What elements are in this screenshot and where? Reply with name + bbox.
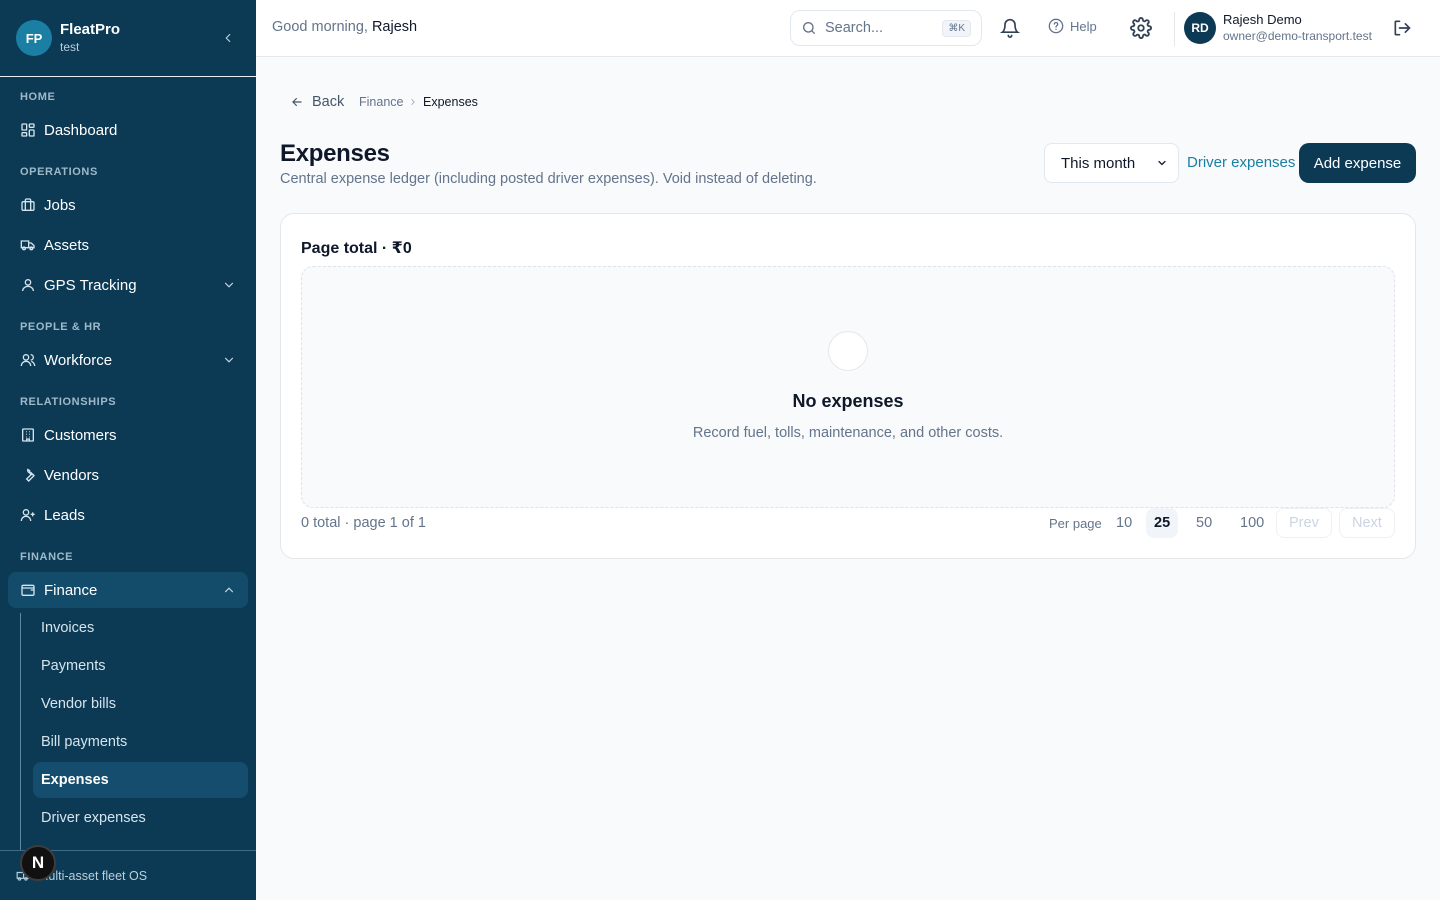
add-expense-button[interactable]: Add expense bbox=[1299, 143, 1416, 183]
dashboard-icon bbox=[21, 123, 35, 137]
sidebar-item-label: Finance bbox=[44, 581, 98, 599]
sidebar-subitem-payments[interactable]: Payments bbox=[33, 648, 248, 684]
per-page-option-25[interactable]: 25 bbox=[1146, 508, 1179, 538]
footer-tagline: Multi-asset fleet OS bbox=[38, 868, 148, 883]
expenses-card: Page total · ₹0 No expenses Record fuel,… bbox=[280, 213, 1416, 559]
next-page-button[interactable]: Next bbox=[1339, 508, 1395, 538]
sidebar-subitem-expenses[interactable]: Expenses bbox=[33, 762, 248, 798]
sidebar-item-workforce[interactable]: Workforce bbox=[8, 342, 248, 378]
period-select-value: This month bbox=[1061, 154, 1136, 172]
per-page-option-50[interactable]: 50 bbox=[1188, 508, 1220, 538]
topbar-divider bbox=[1174, 12, 1175, 46]
user-location-icon bbox=[22, 279, 34, 292]
chevron-down-icon bbox=[224, 282, 234, 288]
user-name: Rajesh Demo bbox=[1223, 12, 1302, 27]
logout-button[interactable] bbox=[1392, 18, 1412, 38]
page-total: Page total · ₹0 bbox=[301, 240, 412, 257]
page-title: Expenses bbox=[280, 140, 390, 167]
bell-icon bbox=[1000, 18, 1020, 38]
help-circle-icon bbox=[1048, 18, 1064, 34]
sidebar-item-dashboard[interactable]: Dashboard bbox=[8, 112, 248, 148]
sidebar-nav: HOME Dashboard OPERATIONS Jobs Assets GP… bbox=[0, 77, 256, 850]
section-label-finance: FINANCE bbox=[20, 551, 74, 563]
collapse-sidebar-button[interactable] bbox=[216, 26, 240, 50]
period-select[interactable]: This month bbox=[1044, 143, 1179, 183]
sidebar-item-label: Workforce bbox=[44, 351, 113, 369]
per-page-option-10[interactable]: 10 bbox=[1108, 508, 1140, 538]
sidebar-item-label: Dashboard bbox=[44, 121, 118, 139]
back-button[interactable]: Back bbox=[290, 94, 344, 110]
sidebar-subitem-bill-payments[interactable]: Bill payments bbox=[33, 724, 248, 760]
empty-state: No expenses Record fuel, tolls, maintena… bbox=[301, 266, 1395, 508]
building-icon bbox=[22, 428, 34, 442]
user-email: owner@demo-transport.test bbox=[1223, 29, 1372, 43]
sidebar-subitem-driver-expenses[interactable]: Driver expenses bbox=[33, 800, 248, 836]
submenu-guide-line bbox=[20, 613, 21, 850]
help-button[interactable]: Help bbox=[1048, 18, 1097, 34]
prev-page-button[interactable]: Prev bbox=[1276, 508, 1332, 538]
brand-name: FleatPro bbox=[60, 21, 121, 38]
sidebar-item-leads[interactable]: Leads bbox=[8, 497, 248, 533]
page-description: Central expense ledger (including posted… bbox=[280, 171, 817, 187]
user-plus-icon bbox=[20, 509, 35, 522]
topbar: Good morning, Rajesh ⌘K Help RD Rajesh D… bbox=[256, 0, 1440, 57]
avatar[interactable]: RD bbox=[1184, 12, 1216, 44]
gear-icon bbox=[1130, 17, 1152, 39]
briefcase-icon bbox=[21, 198, 35, 211]
wrench-icon bbox=[25, 468, 35, 482]
empty-state-title: No expenses bbox=[792, 391, 904, 411]
settings-button[interactable] bbox=[1130, 17, 1152, 39]
chevron-down-icon bbox=[224, 357, 234, 363]
brand-logo: FP bbox=[16, 20, 52, 56]
sidebar-item-label: Jobs bbox=[44, 196, 76, 214]
greeting-name: Rajesh bbox=[371, 19, 418, 35]
sidebar-item-label: Leads bbox=[44, 506, 85, 524]
section-label-relationships: RELATIONSHIPS bbox=[20, 396, 117, 408]
truck-icon bbox=[20, 240, 35, 251]
brand-header: FP FleatPro test bbox=[0, 0, 256, 77]
sidebar-item-label: Vendors bbox=[44, 466, 100, 484]
search-shortcut: ⌘K bbox=[942, 19, 971, 37]
sidebar-subitem-vendor-bills[interactable]: Vendor bills bbox=[33, 686, 248, 722]
chevron-up-icon bbox=[224, 587, 234, 593]
users-icon bbox=[20, 354, 36, 367]
chevron-right-icon bbox=[411, 99, 415, 105]
wallet-icon bbox=[21, 584, 35, 596]
breadcrumb-expenses: Expenses bbox=[423, 95, 478, 109]
sidebar-subitem-invoices[interactable]: Invoices bbox=[33, 610, 248, 646]
empty-state-subtitle: Record fuel, tolls, maintenance, and oth… bbox=[692, 425, 1004, 441]
greeting: Good morning, Rajesh bbox=[272, 19, 418, 35]
dev-tools-badge[interactable]: N bbox=[20, 845, 56, 881]
chevron-left-icon bbox=[225, 33, 231, 43]
search-box[interactable]: ⌘K bbox=[790, 10, 982, 46]
sidebar: FP FleatPro test HOME Dashboard OPERATIO… bbox=[0, 0, 256, 900]
section-label-home: HOME bbox=[20, 91, 56, 103]
sidebar-item-gps-tracking[interactable]: GPS Tracking bbox=[8, 267, 248, 303]
section-label-people: PEOPLE & HR bbox=[20, 321, 102, 333]
sidebar-item-jobs[interactable]: Jobs bbox=[8, 187, 248, 223]
sidebar-item-label: GPS Tracking bbox=[44, 276, 137, 294]
breadcrumb-finance[interactable]: Finance bbox=[359, 95, 403, 109]
driver-expenses-link[interactable]: Driver expenses bbox=[1187, 154, 1295, 171]
arrow-left-icon bbox=[292, 97, 302, 107]
brand-subtitle: test bbox=[60, 40, 80, 54]
logout-icon bbox=[1394, 20, 1411, 36]
notifications-button[interactable] bbox=[1000, 18, 1020, 38]
search-input[interactable] bbox=[825, 20, 925, 36]
sidebar-item-label: Assets bbox=[44, 236, 90, 254]
section-label-operations: OPERATIONS bbox=[20, 166, 98, 178]
sidebar-item-assets[interactable]: Assets bbox=[8, 227, 248, 263]
back-label: Back bbox=[312, 94, 345, 110]
help-label: Help bbox=[1070, 18, 1097, 34]
search-icon bbox=[803, 22, 815, 34]
sidebar-item-finance[interactable]: Finance bbox=[8, 572, 248, 608]
sidebar-item-customers[interactable]: Customers bbox=[8, 417, 248, 453]
sidebar-item-vendors[interactable]: Vendors bbox=[8, 457, 248, 493]
chevron-down-icon bbox=[1158, 160, 1166, 166]
pagination-summary: 0 total · page 1 of 1 bbox=[301, 515, 426, 531]
empty-state-icon bbox=[828, 331, 868, 371]
sidebar-item-label: Customers bbox=[44, 426, 117, 444]
per-page-option-100[interactable]: 100 bbox=[1232, 508, 1272, 538]
per-page-label: Per page bbox=[1049, 516, 1102, 531]
